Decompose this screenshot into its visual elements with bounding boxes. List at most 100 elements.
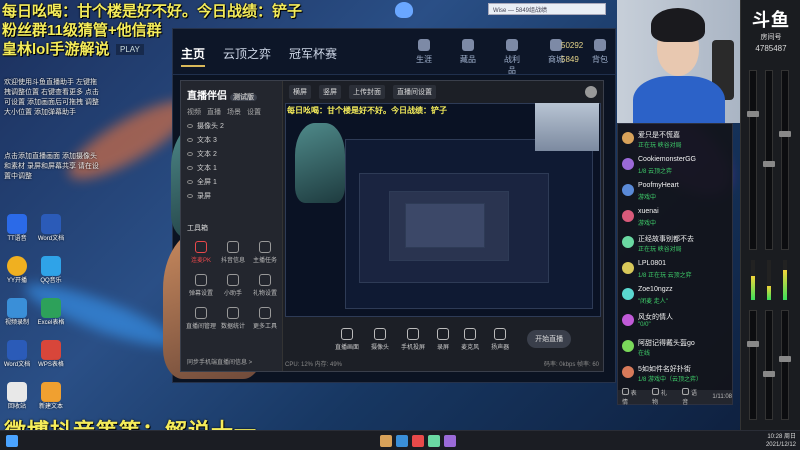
sidebar-tab[interactable]: 场景 bbox=[227, 107, 241, 117]
avatar bbox=[622, 314, 634, 326]
blue-essence-count: 50292 bbox=[561, 41, 584, 50]
avatar bbox=[622, 366, 634, 378]
avatar bbox=[622, 236, 634, 248]
assistant-icon bbox=[227, 274, 239, 286]
list-item[interactable]: 5如如件名好扑街 1/8 游戏中（云顶之弈） bbox=[622, 364, 732, 390]
desktop-icon[interactable]: 回收站 bbox=[0, 382, 34, 411]
eye-icon[interactable] bbox=[187, 166, 193, 170]
taskbar-app-icon[interactable] bbox=[380, 435, 392, 447]
desktop-icon[interactable]: Word文档 bbox=[0, 340, 34, 369]
list-item[interactable]: xuenai 游戏中 bbox=[622, 208, 732, 234]
volume-fader[interactable] bbox=[763, 70, 775, 250]
eye-icon[interactable] bbox=[187, 138, 193, 142]
speaker-icon bbox=[494, 327, 507, 340]
tool-button[interactable]: 小助手 bbox=[217, 274, 249, 297]
tool-button-pk[interactable]: 连麦PK bbox=[185, 241, 217, 264]
eye-icon[interactable] bbox=[187, 152, 193, 156]
gift-icon bbox=[652, 388, 660, 395]
stream-preview: 每日吆喝：甘个楼是好不好。今日战绩：铲子 bbox=[285, 103, 601, 317]
desktop-icon[interactable]: WPS表格 bbox=[34, 340, 68, 369]
sync-info-link[interactable]: 同步手机端直播间信息 > bbox=[187, 357, 252, 366]
start-stream-button[interactable]: 开始直播 bbox=[527, 330, 572, 348]
camera-button[interactable]: 摄像头 bbox=[371, 327, 389, 351]
desktop-icon[interactable]: Excel表格 bbox=[34, 298, 68, 327]
tool-button[interactable]: 弹幕设置 bbox=[185, 274, 217, 297]
volume-fader[interactable] bbox=[747, 70, 759, 250]
eye-icon[interactable] bbox=[187, 180, 193, 184]
login-window-titlebar[interactable]: Wise — 5849组战绩 bbox=[488, 3, 606, 15]
desktop-icon[interactable]: QQ音乐 bbox=[34, 256, 68, 285]
scene-item[interactable]: 文本 2 bbox=[185, 147, 279, 161]
volume-fader[interactable] bbox=[779, 310, 791, 420]
scene-item[interactable]: 录屏 bbox=[185, 189, 279, 203]
emoji-button[interactable]: 表情 bbox=[622, 388, 642, 406]
chat-toolbar: 表情 礼物 语音 1/11:08 bbox=[618, 388, 732, 406]
list-item[interactable]: 阿甜记得戴头盔go 在线 bbox=[622, 338, 732, 364]
bag-button[interactable]: 背包 bbox=[589, 39, 611, 76]
landscape-toggle[interactable]: 横屏 bbox=[289, 85, 311, 99]
eye-icon[interactable] bbox=[187, 124, 193, 128]
tool-button[interactable]: 主播任务 bbox=[249, 241, 281, 264]
sidebar-tab[interactable]: 设置 bbox=[247, 107, 261, 117]
portrait-toggle[interactable]: 竖屏 bbox=[319, 85, 341, 99]
avatar bbox=[622, 158, 634, 170]
sidebar-tab[interactable]: 视频 bbox=[187, 107, 201, 117]
gift-button[interactable]: 礼物 bbox=[652, 388, 672, 406]
avatar[interactable] bbox=[585, 86, 597, 98]
fader-knob bbox=[763, 161, 775, 167]
sidebar-tab[interactable]: 直播 bbox=[207, 107, 221, 117]
avatar bbox=[622, 210, 634, 222]
microphone-button[interactable]: 麦克风 bbox=[461, 327, 479, 351]
system-clock[interactable]: 10:28 周日 2021/12/12 bbox=[766, 433, 796, 449]
taskbar-app-icon[interactable] bbox=[428, 435, 440, 447]
start-icon[interactable] bbox=[6, 435, 18, 447]
tool-button[interactable]: 礼物设置 bbox=[249, 274, 281, 297]
volume-fader[interactable] bbox=[747, 310, 759, 420]
desktop-icon[interactable]: 视频录制 bbox=[0, 298, 34, 327]
taskbar-app-icon[interactable] bbox=[444, 435, 456, 447]
taskbar-app-icon[interactable] bbox=[396, 435, 408, 447]
screen-capture-button[interactable]: 直播画面 bbox=[335, 327, 359, 351]
tool-button[interactable]: 抖音信息 bbox=[217, 241, 249, 264]
taskbar-app-icon[interactable] bbox=[412, 435, 424, 447]
nested-webcam bbox=[535, 103, 599, 151]
list-item[interactable]: Zoe10ngzz "闭麦 走人" bbox=[622, 286, 732, 312]
profile-button[interactable]: 生涯 bbox=[413, 39, 435, 76]
room-settings-button[interactable]: 直播间设置 bbox=[393, 85, 436, 99]
overlay-line: 皇林lol手游解说 bbox=[2, 41, 110, 58]
eye-icon[interactable] bbox=[187, 194, 193, 198]
volume-fader[interactable] bbox=[779, 70, 791, 250]
windows-taskbar: 10:28 周日 2021/12/12 bbox=[0, 430, 800, 450]
list-item[interactable]: LPL0801 1/8 正在玩 云顶之弈 bbox=[622, 260, 732, 286]
desktop-icon[interactable]: Word文档 bbox=[34, 214, 68, 243]
room-icon bbox=[195, 307, 207, 319]
record-button[interactable]: 录屏 bbox=[437, 327, 449, 351]
list-item[interactable]: 爱只是不慌嘉 正在玩 峡谷对局 bbox=[622, 130, 732, 156]
emoji-icon bbox=[622, 388, 629, 395]
scene-item[interactable]: 摄像头 2 bbox=[185, 119, 279, 133]
phone-cast-button[interactable]: 手机投屏 bbox=[401, 327, 425, 351]
microphone-icon bbox=[464, 327, 477, 340]
scene-item[interactable]: 全屏 1 bbox=[185, 175, 279, 189]
upload-cover-button[interactable]: 上传封面 bbox=[349, 85, 385, 99]
list-item[interactable]: 风女的情人 "0/0" bbox=[622, 312, 732, 338]
tool-button[interactable]: 数据统计 bbox=[217, 307, 249, 330]
list-item[interactable]: CookiemonsterGG 1/8 云顶之弈 bbox=[622, 156, 732, 182]
collection-button[interactable]: 藏品 bbox=[457, 39, 479, 76]
loot-button[interactable]: 战利品 bbox=[501, 39, 523, 76]
list-item[interactable]: PoofmyHeart 游戏中 bbox=[622, 182, 732, 208]
scene-item[interactable]: 文本 3 bbox=[185, 133, 279, 147]
desktop-icon[interactable]: YY开播 bbox=[0, 256, 34, 285]
desktop-icon[interactable]: 新建文本 bbox=[34, 382, 68, 411]
list-item[interactable]: 正经故事别都不去 正在玩 峡谷对局 bbox=[622, 234, 732, 260]
tool-button[interactable]: 直播间管理 bbox=[185, 307, 217, 330]
voice-button[interactable]: 语音 bbox=[682, 388, 702, 406]
desktop-icon[interactable]: TT语音 bbox=[0, 214, 34, 243]
tool-button[interactable]: 更多工具 bbox=[249, 307, 281, 330]
more-icon bbox=[259, 307, 271, 319]
volume-fader[interactable] bbox=[763, 310, 775, 420]
info-icon bbox=[227, 241, 239, 253]
scene-item[interactable]: 文本 1 bbox=[185, 161, 279, 175]
bag-icon bbox=[594, 39, 606, 51]
speaker-button[interactable]: 扬声器 bbox=[491, 327, 509, 351]
